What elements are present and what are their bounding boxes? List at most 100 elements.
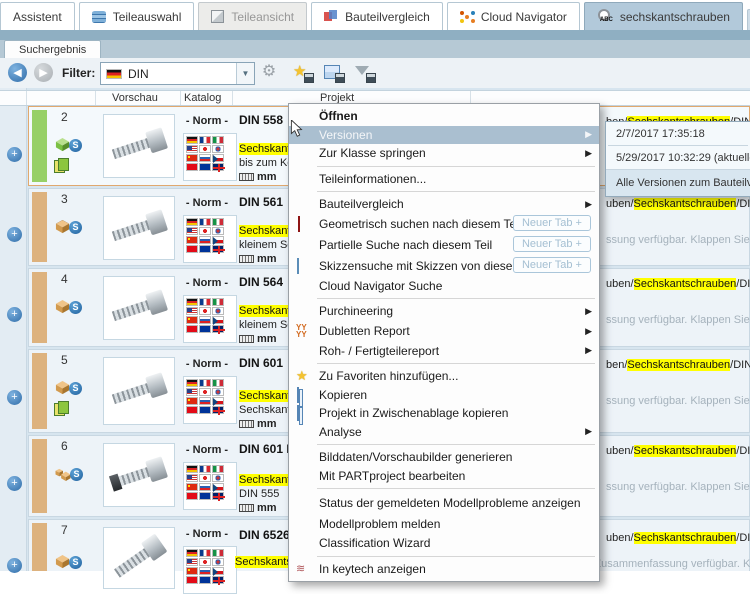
save-filter-icon[interactable] bbox=[355, 63, 376, 83]
menu-item-zu-favoriten[interactable]: ★ Zu Favoriten hinzufügen... bbox=[289, 367, 599, 386]
keytech-icon: ≋ bbox=[296, 562, 306, 575]
flag-fr-icon bbox=[199, 465, 211, 473]
part-preview-image[interactable] bbox=[103, 443, 175, 507]
menu-item-modellproblem-melden[interactable]: Modellproblem melden bbox=[289, 513, 599, 534]
column-header-vorschau[interactable]: Vorschau bbox=[112, 92, 158, 104]
flag-eu-icon bbox=[199, 325, 211, 333]
part-preview-image[interactable] bbox=[103, 527, 175, 589]
flag-kr-icon bbox=[212, 227, 224, 235]
flag-jp-icon bbox=[199, 474, 211, 482]
tab-bauteilvergleich[interactable]: Bauteilvergleich bbox=[311, 2, 443, 30]
menu-item-cloud-navigator-suche[interactable]: Cloud Navigator Suche bbox=[289, 277, 599, 296]
menu-item-skizzensuche[interactable]: Skizzensuche mit Skizzen von diesem Teil… bbox=[289, 256, 599, 277]
menu-item-partielle-suche[interactable]: Partielle Suche nach diesem Teil Neuer Ta… bbox=[289, 235, 599, 256]
menu-item-versionen[interactable]: Versionen ▶ bbox=[289, 125, 599, 144]
flag-tr-icon bbox=[186, 245, 198, 253]
column-header-katalog[interactable]: Katalog bbox=[184, 92, 221, 104]
unit-row: mm bbox=[239, 253, 277, 265]
menu-item-modellprobleme-status[interactable]: Status der gemeldeten Modellprobleme anz… bbox=[289, 492, 599, 513]
flag-us-icon bbox=[186, 388, 198, 396]
chevron-down-icon[interactable]: ▼ bbox=[236, 63, 254, 84]
katalog-label: - Norm - bbox=[185, 358, 229, 370]
expand-row-button[interactable]: + bbox=[7, 390, 22, 405]
submenu-item-version-1[interactable]: 2/7/2017 17:35:18 bbox=[606, 122, 750, 145]
expand-row-button[interactable]: + bbox=[7, 476, 22, 491]
project-title[interactable]: DIN 564 bbox=[239, 275, 283, 289]
neuer-tab-button[interactable]: Neuer Tab + bbox=[512, 235, 591, 252]
menu-item-teileinformationen[interactable]: Teileinformationen... bbox=[289, 170, 599, 189]
menu-item-partproject-bearbeiten[interactable]: Mit PARTproject bearbeiten bbox=[289, 467, 599, 486]
menu-separator bbox=[317, 191, 595, 192]
tab-teileansicht[interactable]: Teileansicht bbox=[198, 2, 308, 30]
flag-kr-icon bbox=[212, 388, 224, 396]
flag-cz-icon bbox=[212, 154, 224, 163]
menu-item-purchineering[interactable]: Purchineering ▶ bbox=[289, 302, 599, 321]
project-title[interactable]: DIN 558 bbox=[239, 113, 283, 127]
menu-item-kopieren[interactable]: Kopieren bbox=[289, 386, 599, 405]
part-preview-image[interactable] bbox=[103, 196, 175, 260]
expand-row-button[interactable]: + bbox=[7, 147, 22, 162]
tab-search-sechskantschrauben[interactable]: ABC sechskantschrauben bbox=[583, 2, 743, 30]
project-title[interactable]: DIN 601 bbox=[239, 356, 283, 370]
s-badge-icon: S bbox=[69, 382, 82, 395]
menu-item-in-keytech-anzeigen[interactable]: ≋ In keytech anzeigen bbox=[289, 560, 599, 579]
flag-gb-icon bbox=[212, 245, 225, 254]
bolt-graphic bbox=[110, 209, 169, 247]
tab-suchergebnis[interactable]: Suchergebnis bbox=[4, 40, 102, 59]
settings-gear-icon[interactable]: ⚙ bbox=[260, 63, 278, 81]
menu-item-bilddaten-generieren[interactable]: Bilddaten/Vorschaubilder generieren bbox=[289, 448, 599, 467]
flag-fr-icon bbox=[199, 379, 211, 387]
flag-ru-icon bbox=[199, 397, 211, 405]
tab-teileauswahl[interactable]: Teileauswahl bbox=[78, 2, 195, 30]
menu-item-bauteilvergleich[interactable]: Bauteilvergleich ▶ bbox=[289, 195, 599, 214]
forward-button[interactable]: ▶ bbox=[34, 63, 53, 82]
flag-ru-icon bbox=[199, 316, 211, 324]
menu-item-classification-wizard[interactable]: Classification Wizard bbox=[289, 534, 599, 553]
tab-assistent[interactable]: Assistent bbox=[0, 2, 75, 30]
katalog-label: - Norm - bbox=[185, 115, 229, 127]
compare-icon bbox=[324, 10, 338, 23]
copy-icon bbox=[296, 405, 310, 422]
language-flags bbox=[183, 133, 237, 181]
menu-item-projekt-zwischenablage[interactable]: Projekt in Zwischenablage kopieren bbox=[289, 404, 599, 423]
flag-eu-icon bbox=[199, 406, 211, 414]
row-badges: S bbox=[54, 137, 100, 173]
back-button[interactable]: ◀ bbox=[8, 63, 27, 82]
neuer-tab-button[interactable]: Neuer Tab + bbox=[512, 256, 591, 273]
flag-it-icon bbox=[212, 465, 224, 473]
menu-item-dubletten-report[interactable]: YY YY Dubletten Report ▶ bbox=[289, 321, 599, 342]
cloud-navigator-icon bbox=[464, 14, 469, 19]
expand-row-button[interactable]: + bbox=[7, 227, 22, 242]
menu-item-geometrisch-suchen[interactable]: Geometrisch suchen nach diesem Teil Neuer… bbox=[289, 214, 599, 235]
flag-eu-icon bbox=[199, 576, 211, 584]
menu-item-oeffnen[interactable]: Öffnen bbox=[289, 107, 599, 126]
submenu-item-version-current[interactable]: 5/29/2017 10:32:29 (aktuelle) bbox=[606, 146, 750, 169]
expand-row-button[interactable]: + bbox=[7, 307, 22, 322]
flag-it-icon bbox=[212, 218, 224, 226]
bolt-graphic bbox=[110, 372, 169, 410]
row-badges: S bbox=[54, 380, 100, 416]
part-preview-image[interactable] bbox=[103, 114, 175, 178]
part-preview-image[interactable] bbox=[103, 276, 175, 340]
flag-eu-icon bbox=[199, 163, 211, 171]
part-cube-icon bbox=[211, 10, 225, 23]
filter-dropdown[interactable]: DIN ▼ bbox=[100, 62, 255, 85]
menu-item-roh-fertigteilereport[interactable]: Roh- / Fertigteilereport ▶ bbox=[289, 342, 599, 361]
save-results-icon[interactable] bbox=[324, 63, 345, 83]
flag-ru-icon bbox=[199, 236, 211, 244]
tab-cloud-navigator[interactable]: Cloud Navigator bbox=[446, 2, 580, 30]
summary-note: ssung verfügbar. Klappen Sie das P bbox=[606, 314, 750, 326]
save-favorite-icon[interactable]: ★ bbox=[293, 63, 314, 83]
menu-item-zur-klasse-springen[interactable]: Zur Klasse springen ▶ bbox=[289, 144, 599, 163]
project-title[interactable]: DIN 561 bbox=[239, 195, 283, 209]
neuer-tab-button[interactable]: Neuer Tab + bbox=[512, 214, 591, 231]
submenu-item-alle-versionen[interactable]: Alle Versionen zum Bauteilvergle bbox=[606, 169, 750, 196]
partial-search-icon bbox=[296, 238, 310, 252]
flag-jp-icon bbox=[199, 388, 211, 396]
tab-label: Bauteilvergleich bbox=[345, 9, 430, 24]
part-preview-image[interactable] bbox=[103, 357, 175, 425]
menu-item-analyse[interactable]: Analyse ▶ bbox=[289, 423, 599, 442]
model-problem-icon bbox=[296, 517, 310, 531]
star-icon: ★ bbox=[296, 368, 308, 384]
flag-de-icon bbox=[186, 218, 198, 226]
